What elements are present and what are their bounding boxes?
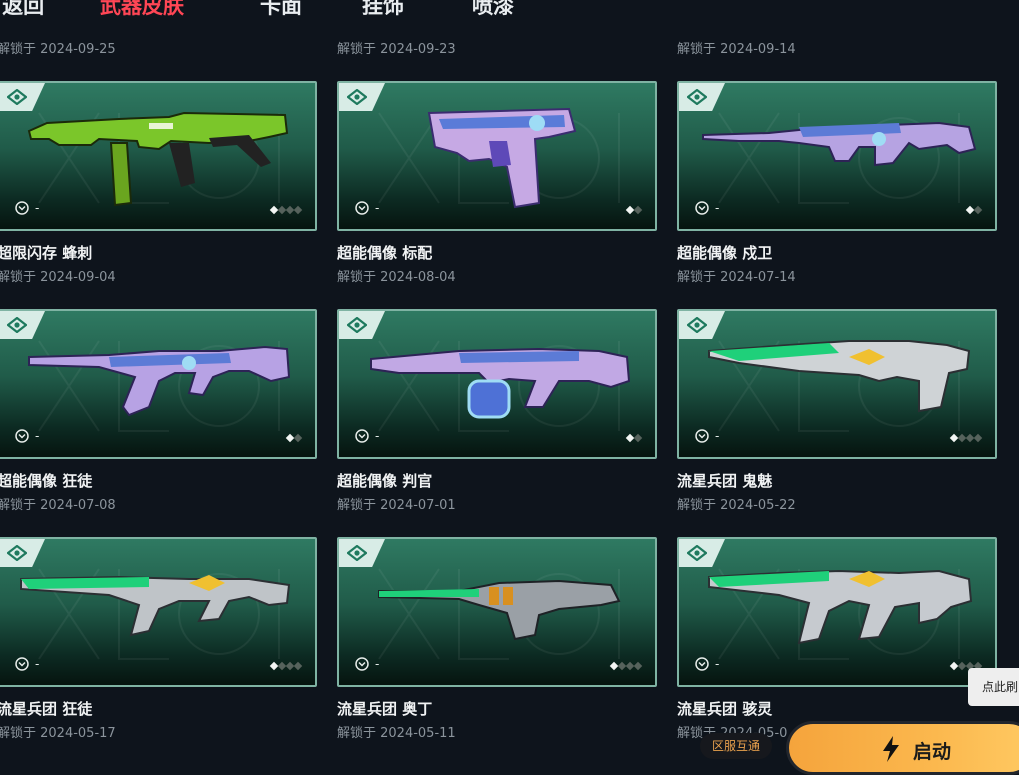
tab-charms[interactable]: 挂饰	[362, 0, 404, 20]
machine-gun-image	[378, 579, 621, 641]
shotgun-image	[370, 347, 631, 419]
unlock-date: 解锁于 2024-07-08	[0, 498, 116, 513]
equip-status: -	[715, 657, 720, 671]
smg-image	[708, 569, 973, 645]
launch-button[interactable]: 启动	[786, 721, 1019, 775]
skin-name: 超能偶像 戍卫	[677, 244, 773, 262]
variant-indicator	[269, 661, 303, 671]
variant-dot	[293, 205, 303, 215]
skin-card-cell: - 超能偶像 戍卫 解锁于 2024-07-14	[677, 81, 997, 303]
rifle-image	[28, 345, 291, 417]
equip-status: -	[375, 657, 380, 671]
skin-card-cell: - 流星兵团 鬼魅 解锁于 2024-05-22	[677, 309, 997, 531]
variant-indicator	[965, 205, 983, 215]
variant-indicator	[609, 661, 643, 671]
variant-indicator	[949, 433, 983, 443]
equip-status: -	[35, 657, 40, 671]
equip-status: -	[375, 201, 380, 215]
skin-card-cell: - 超能偶像 标配 解锁于 2024-08-04	[337, 81, 657, 303]
unlock-date: 解锁于 2024-07-14	[677, 270, 796, 285]
skin-card[interactable]: -	[677, 81, 997, 231]
pistol-image	[427, 107, 577, 209]
refresh-hint[interactable]: 点此刷	[968, 668, 1019, 706]
variant-dot	[633, 205, 643, 215]
tab-sprays[interactable]: 喷漆	[472, 0, 514, 20]
skin-name: 流星兵团 骇灵	[677, 700, 773, 718]
skin-name: 超能偶像 狂徒	[0, 472, 93, 490]
variant-dot	[973, 205, 983, 215]
variant-dot	[633, 661, 643, 671]
skin-name: 超能偶像 判官	[337, 472, 433, 490]
equip-status: -	[715, 429, 720, 443]
skin-name: 流星兵团 鬼魅	[677, 472, 773, 490]
unlock-date: 解锁于 2024-05-22	[677, 498, 796, 513]
top-nav: ‹返回 武器皮肤 卡面 挂饰 喷漆	[0, 0, 1019, 18]
unlock-date: 解锁于 2024-05-11	[337, 726, 456, 741]
skin-card-cell: - 超能偶像 判官 解锁于 2024-07-01	[337, 309, 657, 531]
variant-indicator	[269, 205, 303, 215]
skin-card[interactable]: -	[0, 309, 317, 459]
back-button[interactable]: ‹返回	[0, 0, 44, 20]
skin-card[interactable]: -	[337, 81, 657, 231]
skin-name: 超限闪存 蜂刺	[0, 244, 93, 262]
unlock-date: 解锁于 2024-09-04	[0, 270, 116, 285]
equip-icon	[15, 201, 29, 215]
back-label: 返回	[2, 0, 45, 18]
skin-card[interactable]: -	[337, 309, 657, 459]
equip-status: -	[35, 201, 40, 215]
pistol-image	[708, 340, 971, 413]
skin-card-cell: - 流星兵团 狂徒 解锁于 2024-05-17	[0, 537, 317, 759]
variant-indicator	[285, 433, 303, 443]
equip-icon	[355, 657, 369, 671]
equip-status: -	[35, 429, 40, 443]
unlock-date: 解锁于 2024-09-25	[0, 42, 116, 57]
lightning-icon	[883, 736, 899, 762]
skin-name: 流星兵团 奥丁	[337, 700, 433, 718]
equip-icon	[695, 201, 709, 215]
skin-card[interactable]: -	[677, 537, 997, 687]
skin-card[interactable]: -	[0, 537, 317, 687]
tab-weapon-skins[interactable]: 武器皮肤	[100, 0, 184, 20]
rifle-image	[702, 121, 977, 167]
variant-dot	[293, 433, 303, 443]
equip-status: -	[375, 429, 380, 443]
unlock-date: 解锁于 2024-09-23	[337, 42, 456, 57]
smg-image	[27, 111, 289, 207]
equip-icon	[355, 429, 369, 443]
equip-icon	[695, 657, 709, 671]
unlock-date: 解锁于 2024-08-04	[337, 270, 456, 285]
unlock-date: 解锁于 2024-05-17	[0, 726, 116, 741]
variant-dot	[633, 433, 643, 443]
skin-name: 超能偶像 标配	[337, 244, 433, 262]
launch-label: 启动	[913, 741, 952, 763]
equip-icon	[355, 201, 369, 215]
skin-card-cell: - 超能偶像 狂徒 解锁于 2024-07-08	[0, 309, 317, 531]
skin-card-cell: - 超限闪存 蜂刺 解锁于 2024-09-04	[0, 81, 317, 303]
skin-card[interactable]: -	[337, 537, 657, 687]
previous-row-dates: 解锁于 2024-09-25 解锁于 2024-09-23 解锁于 2024-0…	[0, 38, 1019, 57]
cross-region-badge: 区服互通	[700, 733, 773, 759]
equip-icon	[695, 429, 709, 443]
variant-dot	[293, 661, 303, 671]
skin-card[interactable]: -	[0, 81, 317, 231]
variant-indicator	[625, 433, 643, 443]
skin-name: 流星兵团 狂徒	[0, 700, 93, 718]
unlock-date: 解锁于 2024-09-14	[677, 42, 796, 57]
skin-card-cell: - 流星兵团 奥丁 解锁于 2024-05-11	[337, 537, 657, 759]
tab-cards[interactable]: 卡面	[260, 0, 302, 20]
skin-card[interactable]: -	[677, 309, 997, 459]
equip-status: -	[715, 201, 720, 215]
equip-icon	[15, 429, 29, 443]
unlock-date: 解锁于 2024-07-01	[337, 498, 456, 513]
equip-icon	[15, 657, 29, 671]
rifle-image	[20, 575, 291, 637]
variant-indicator	[625, 205, 643, 215]
variant-dot	[973, 433, 983, 443]
